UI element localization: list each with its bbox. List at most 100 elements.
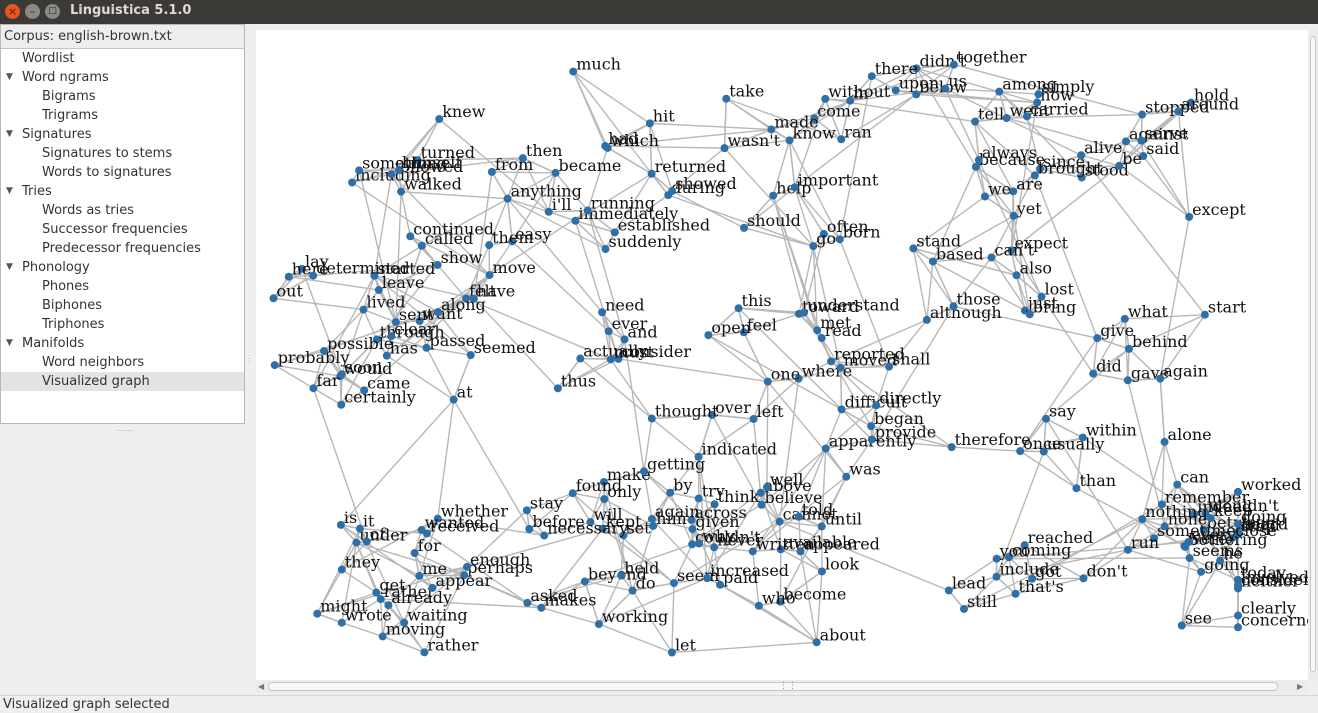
tree-item[interactable]: ▼Manifolds [1, 334, 244, 353]
word-node[interactable]: move [486, 258, 536, 279]
word-node[interactable]: might [313, 597, 368, 618]
word-node[interactable]: don't [1080, 561, 1129, 582]
word-node[interactable]: was [842, 460, 880, 481]
word-node[interactable]: enough [463, 550, 530, 571]
word-node[interactable]: need [598, 295, 644, 316]
vertical-scrollbar[interactable] [1308, 30, 1318, 680]
tree-item[interactable]: Successor frequencies [1, 220, 244, 239]
word-node[interactable]: at [450, 383, 474, 404]
word-node[interactable]: himself [395, 153, 462, 174]
word-node[interactable]: start [1201, 298, 1247, 319]
word-node[interactable]: together [950, 48, 1027, 69]
word-node[interactable]: left [750, 402, 785, 423]
word-node[interactable]: give [1093, 321, 1134, 342]
maximize-window-button[interactable]: □ [45, 4, 60, 19]
word-node[interactable]: much [569, 55, 621, 76]
word-node[interactable]: appeared [797, 534, 880, 555]
tree-item[interactable]: Word neighbors [1, 353, 244, 372]
word-node[interactable]: wasn't [721, 131, 781, 152]
word-node[interactable]: those [950, 289, 1001, 310]
word-node[interactable]: which [604, 131, 659, 152]
word-node[interactable]: indicated [695, 440, 777, 461]
word-node[interactable]: far [309, 371, 339, 392]
tree-item[interactable]: Words to signatures [1, 163, 244, 182]
word-node[interactable]: who [755, 589, 796, 610]
word-node[interactable]: you [993, 542, 1029, 563]
word-node[interactable]: then [519, 141, 563, 162]
word-node[interactable]: think [711, 487, 760, 508]
word-node[interactable]: directly [872, 388, 941, 409]
expand-arrow-icon[interactable]: ▼ [6, 258, 13, 277]
word-node[interactable]: waiting [400, 606, 467, 627]
word-node[interactable]: made [767, 112, 818, 133]
navigation-tree[interactable]: Wordlist▼Word ngramsBigramsTrigrams▼Sign… [1, 49, 244, 391]
word-node[interactable]: alive [1077, 138, 1122, 159]
tree-item[interactable]: Trigrams [1, 106, 244, 125]
word-node[interactable]: clear [387, 319, 435, 340]
word-node[interactable]: lead [945, 573, 986, 594]
word-node[interactable]: only [600, 482, 641, 503]
word-node[interactable]: this [735, 291, 772, 312]
word-node[interactable]: received [423, 516, 499, 537]
word-node[interactable]: walked [397, 175, 462, 196]
word-node[interactable]: determined [309, 259, 410, 280]
word-node[interactable]: always [975, 143, 1037, 164]
tree-item[interactable]: Words as tries [1, 201, 244, 220]
word-node[interactable]: is [337, 508, 357, 529]
word-node[interactable]: look [818, 554, 859, 575]
word-node[interactable]: they [338, 553, 380, 574]
expand-arrow-icon[interactable]: ▼ [6, 125, 13, 144]
expand-arrow-icon[interactable]: ▼ [6, 68, 13, 87]
word-node[interactable]: should [740, 211, 801, 232]
word-node[interactable]: them [485, 228, 533, 249]
tree-item[interactable]: ▼Word ngrams [1, 68, 244, 87]
word-node[interactable]: what [1121, 302, 1169, 323]
word-node[interactable]: thus [554, 371, 596, 392]
word-node[interactable]: take [722, 82, 764, 103]
word-node[interactable]: alone [1161, 425, 1212, 446]
word-node[interactable]: around [1174, 94, 1239, 115]
tree-item[interactable]: Triphones [1, 315, 244, 334]
horizontal-scrollbar[interactable]: ◀ ⋮⋮ ▶ [256, 680, 1308, 693]
word-node[interactable]: born [836, 222, 881, 243]
word-node[interactable]: showed [668, 174, 737, 195]
tree-item[interactable]: Wordlist [1, 49, 244, 68]
word-node[interactable]: wouldn't [1202, 496, 1280, 517]
word-node[interactable]: said [1139, 139, 1179, 160]
word-node[interactable]: brought [1031, 158, 1103, 179]
word-node[interactable]: held [617, 558, 659, 579]
word-node[interactable]: behind [1125, 332, 1188, 353]
word-node[interactable]: returned [648, 157, 727, 178]
word-node[interactable]: well [763, 470, 803, 491]
tree-item[interactable]: ▼Phonology [1, 258, 244, 277]
word-node[interactable]: show [434, 248, 483, 269]
word-node[interactable]: by [666, 476, 692, 497]
tree-item[interactable]: Visualized graph [1, 372, 244, 391]
word-node[interactable]: except [1185, 200, 1246, 221]
tree-item[interactable]: Phones [1, 277, 244, 296]
word-node[interactable]: we [981, 180, 1011, 201]
word-node[interactable]: important [791, 170, 879, 191]
word-node[interactable]: called [418, 229, 473, 250]
word-node[interactable]: once [1016, 434, 1061, 455]
tree-item[interactable]: Predecessor frequencies [1, 239, 244, 258]
word-node[interactable]: established [611, 215, 710, 236]
word-node[interactable]: met [813, 313, 852, 334]
word-node[interactable]: can [1173, 468, 1209, 489]
tree-item[interactable]: ▼Tries [1, 182, 244, 201]
word-node[interactable]: worked [1234, 475, 1301, 496]
word-node[interactable]: lived [359, 293, 405, 314]
scroll-right-icon[interactable]: ▶ [1297, 682, 1303, 691]
expand-arrow-icon[interactable]: ▼ [6, 182, 13, 201]
word-node[interactable]: out [270, 281, 304, 302]
word-node[interactable]: knew [435, 102, 485, 123]
word-node[interactable]: asked [523, 586, 577, 607]
word-node[interactable]: possible [320, 334, 393, 355]
tree-item[interactable]: ▼Signatures [1, 125, 244, 144]
word-node[interactable]: thought [648, 402, 719, 423]
word-node[interactable]: still [960, 592, 997, 613]
word-node[interactable]: it [356, 512, 375, 533]
word-node[interactable]: running [584, 194, 655, 215]
tree-item[interactable]: Signatures to stems [1, 144, 244, 163]
word-node[interactable]: than [1072, 471, 1116, 492]
